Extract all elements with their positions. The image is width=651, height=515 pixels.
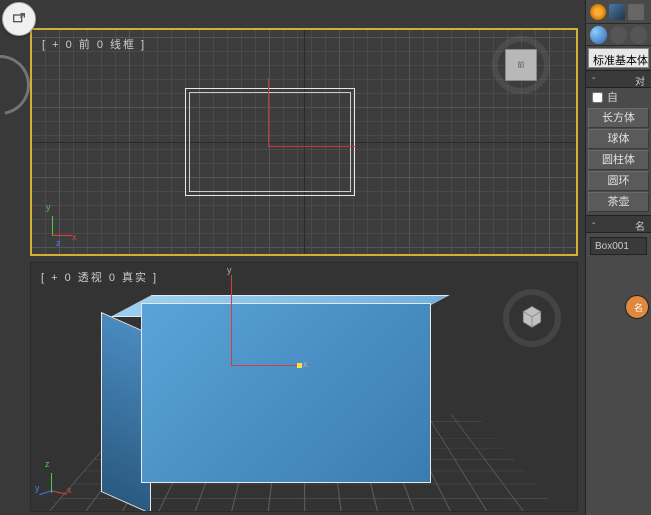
box-front-face: [141, 303, 431, 483]
viewcube-face[interactable]: 前: [505, 49, 537, 81]
autogrid-checkbox[interactable]: [592, 92, 603, 103]
hierarchy-tab-icon[interactable]: [628, 4, 644, 20]
primitive-sphere-button[interactable]: 球体: [588, 129, 649, 149]
gizmo-handle-icon[interactable]: [297, 363, 302, 368]
viewcube-3d-icon: [519, 303, 545, 329]
object-name-input[interactable]: [590, 237, 647, 255]
primitive-type-dropdown[interactable]: 标准基本体: [588, 48, 649, 68]
autogrid-row: 自: [586, 88, 651, 106]
name-color-rollout-header[interactable]: - 名: [586, 215, 651, 233]
create-tab-icon[interactable]: [590, 4, 606, 20]
autogrid-label: 自: [607, 89, 618, 105]
viewport-perspective[interactable]: [ + 0 透视 0 真实 ] y x: [30, 262, 578, 512]
viewcube-front[interactable]: 前: [496, 40, 546, 90]
object-color-swatch[interactable]: 名: [625, 295, 649, 319]
primitive-cylinder-button[interactable]: 圆柱体: [588, 150, 649, 170]
axis-tripod-perspective: z x y: [41, 461, 81, 501]
create-category-row: [586, 24, 651, 46]
viewport-area: [ + 0 前 0 线框 ] 前 y x z [ + 0 透: [0, 0, 585, 515]
shapes-category-icon[interactable]: [610, 26, 627, 44]
viewcube-perspective[interactable]: [507, 293, 557, 343]
primitive-torus-button[interactable]: 圆环: [588, 171, 649, 191]
object-wireframe-inner: [189, 92, 351, 192]
object-type-rollout-header[interactable]: - 对: [586, 70, 651, 88]
modify-tab-icon[interactable]: [609, 4, 625, 20]
primitive-teapot-button[interactable]: 茶壶: [588, 192, 649, 212]
primitive-buttons: 长方体 球体 圆柱体 圆环 茶壶: [586, 106, 651, 215]
expand-icon: [11, 11, 27, 27]
viewport-label-front[interactable]: [ + 0 前 0 线框 ]: [42, 36, 146, 52]
lights-category-icon[interactable]: [630, 26, 647, 44]
geometry-category-icon[interactable]: [590, 26, 607, 44]
command-panel: 标准基本体 - 对 自 长方体 球体 圆柱体 圆环 茶壶 - 名 名: [585, 0, 651, 515]
corner-expand-button[interactable]: [2, 2, 36, 36]
viewport-label-perspective[interactable]: [ + 0 透视 0 真实 ]: [41, 269, 158, 285]
command-panel-tabs: [586, 0, 651, 24]
box-object[interactable]: [71, 293, 441, 512]
viewport-front[interactable]: [ + 0 前 0 线框 ] 前 y x z: [30, 28, 578, 256]
axis-tripod-front: y x z: [42, 204, 82, 244]
primitive-box-button[interactable]: 长方体: [588, 108, 649, 128]
